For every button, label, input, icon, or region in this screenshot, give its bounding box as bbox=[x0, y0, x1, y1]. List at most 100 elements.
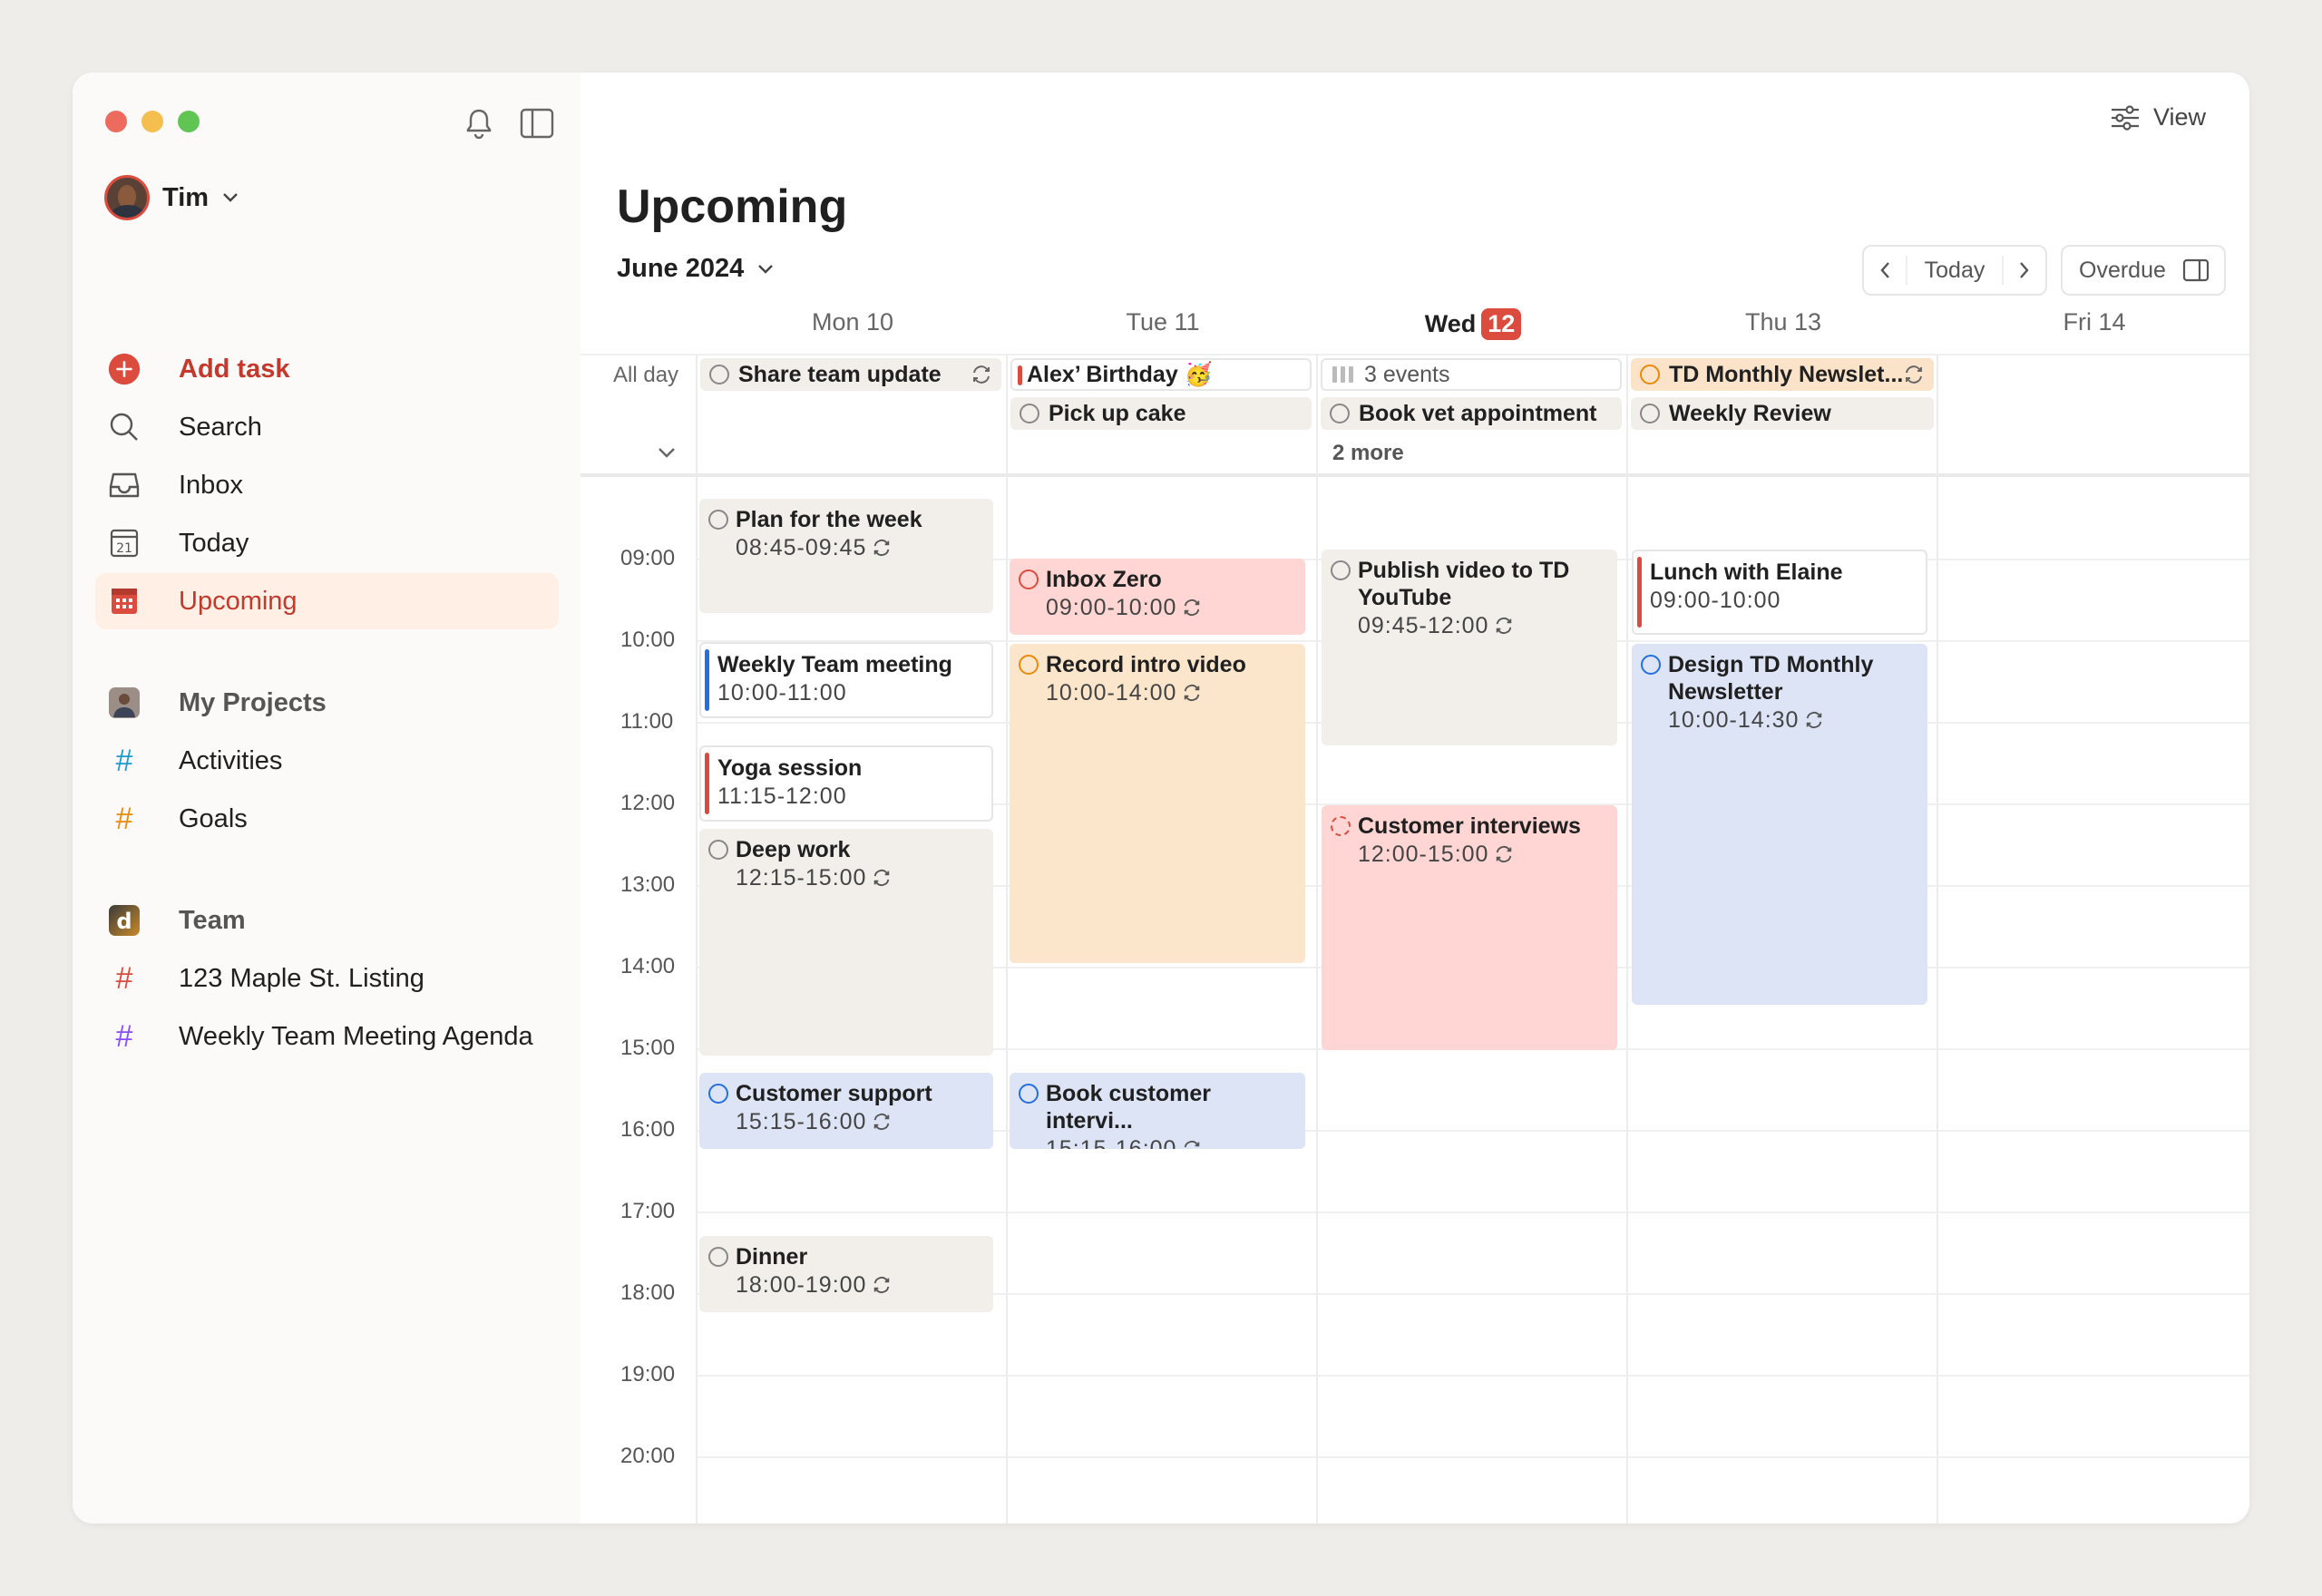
task-checkbox[interactable] bbox=[1331, 816, 1351, 836]
user-menu[interactable]: Tim bbox=[104, 175, 239, 220]
view-button[interactable]: View bbox=[2110, 103, 2206, 131]
task-checkbox[interactable] bbox=[709, 365, 729, 384]
sidebar-section-my-projects[interactable]: My Projects bbox=[95, 675, 559, 731]
event-color-bar bbox=[1637, 557, 1642, 628]
next-week-button[interactable] bbox=[2004, 247, 2045, 294]
collapse-chevron-icon[interactable] bbox=[657, 446, 677, 459]
task-checkbox[interactable] bbox=[1331, 560, 1351, 580]
hash-icon: # bbox=[115, 1018, 133, 1054]
date-navigation: Today bbox=[1862, 245, 2047, 296]
event-title: Design TD Monthly Newsletter bbox=[1668, 652, 1874, 705]
repeat-icon bbox=[874, 870, 890, 886]
event-book-customer-interviews[interactable]: Book customer intervi... 15:15-16:00 bbox=[1010, 1073, 1305, 1149]
task-checkbox[interactable] bbox=[1330, 404, 1350, 423]
sidebar-item-today[interactable]: 21 Today bbox=[95, 515, 559, 571]
more-link[interactable]: 2 more bbox=[1332, 441, 1404, 466]
allday-task-pick-up-cake[interactable]: Pick up cake bbox=[1010, 397, 1312, 430]
calendar-upcoming-icon bbox=[108, 585, 141, 618]
event-dinner[interactable]: Dinner 18:00-19:00 bbox=[699, 1236, 993, 1312]
task-checkbox[interactable] bbox=[1020, 404, 1039, 423]
sidebar-toggle-icon[interactable] bbox=[517, 103, 557, 143]
task-checkbox[interactable] bbox=[1019, 569, 1039, 589]
allday-task-share-update[interactable]: Share team update bbox=[700, 358, 1001, 391]
sidebar-item-maple-listing[interactable]: # 123 Maple St. Listing bbox=[95, 950, 559, 1007]
event-time: 12:00-15:00 bbox=[1358, 840, 1608, 869]
sidebar-section-label: My Projects bbox=[179, 687, 327, 717]
event-customer-support[interactable]: Customer support 15:15-16:00 bbox=[699, 1073, 993, 1149]
task-checkbox[interactable] bbox=[1640, 365, 1660, 384]
month-selector[interactable]: June 2024 bbox=[617, 254, 775, 284]
sidebar-item-activities[interactable]: # Activities bbox=[95, 733, 559, 789]
sidebar-item-upcoming[interactable]: Upcoming bbox=[95, 573, 559, 629]
sidebar-item-label: 123 Maple St. Listing bbox=[179, 963, 424, 993]
event-customer-interviews[interactable]: Customer interviews 12:00-15:00 bbox=[1322, 805, 1617, 1050]
allday-divider bbox=[580, 473, 2249, 477]
page-title: Upcoming bbox=[617, 180, 848, 233]
event-time-text: 12:00-15:00 bbox=[1358, 842, 1489, 867]
event-title: Customer support bbox=[736, 1081, 932, 1106]
close-window-button[interactable] bbox=[105, 111, 127, 132]
event-plan-week[interactable]: Plan for the week 08:45-09:45 bbox=[699, 499, 993, 613]
search-icon bbox=[108, 411, 141, 443]
repeat-icon bbox=[1185, 685, 1200, 701]
task-checkbox[interactable] bbox=[1640, 404, 1660, 423]
sidebar-section-team[interactable]: d Team bbox=[95, 892, 559, 949]
event-title: Record intro video bbox=[1046, 652, 1246, 677]
event-time-text: 10:00-11:00 bbox=[717, 680, 847, 706]
event-title: Dinner bbox=[736, 1244, 808, 1270]
event-lunch-with-elaine[interactable]: Lunch with Elaine 09:00-10:00 bbox=[1632, 550, 1927, 635]
allday-task-vet[interactable]: Book vet appointment bbox=[1321, 397, 1622, 430]
repeat-icon bbox=[874, 1277, 890, 1293]
allday-task-weekly-review[interactable]: Weekly Review bbox=[1631, 397, 1934, 430]
event-inbox-zero[interactable]: Inbox Zero 09:00-10:00 bbox=[1010, 559, 1305, 635]
event-time: 10:00-14:00 bbox=[1046, 678, 1296, 707]
overdue-button[interactable]: Overdue bbox=[2061, 245, 2226, 296]
svg-text:d: d bbox=[116, 909, 132, 934]
add-task-button[interactable]: Add task bbox=[95, 341, 559, 397]
column-divider bbox=[1316, 354, 1318, 1523]
event-color-bar bbox=[705, 649, 709, 711]
project-avatar-icon bbox=[108, 686, 141, 719]
task-checkbox[interactable] bbox=[1641, 655, 1661, 675]
event-time-text: 09:00-10:00 bbox=[1650, 588, 1781, 613]
event-yoga-session[interactable]: Yoga session 11:15-12:00 bbox=[699, 745, 993, 822]
hour-line bbox=[696, 1375, 2249, 1377]
event-record-intro-video[interactable]: Record intro video 10:00-14:00 bbox=[1010, 644, 1305, 963]
maximize-window-button[interactable] bbox=[178, 111, 200, 132]
event-publish-video[interactable]: Publish video to TD YouTube 09:45-12:00 bbox=[1322, 550, 1617, 745]
task-checkbox[interactable] bbox=[708, 1247, 728, 1267]
prev-week-button[interactable] bbox=[1864, 247, 1906, 294]
all-day-label: All day bbox=[613, 363, 679, 387]
task-checkbox[interactable] bbox=[708, 1084, 728, 1104]
today-button[interactable]: Today bbox=[1906, 256, 2004, 285]
task-checkbox[interactable] bbox=[1019, 1084, 1039, 1104]
sidebar-item-weekly-agenda[interactable]: # Weekly Team Meeting Agenda bbox=[95, 1008, 559, 1065]
event-time-text: 08:45-09:45 bbox=[736, 535, 867, 560]
event-weekly-team-meeting[interactable]: Weekly Team meeting 10:00-11:00 bbox=[699, 642, 993, 718]
event-time: 09:00-10:00 bbox=[1046, 593, 1296, 622]
chevron-left-icon bbox=[1880, 262, 1889, 278]
task-checkbox[interactable] bbox=[1019, 655, 1039, 675]
chevron-down-icon bbox=[223, 193, 238, 202]
event-deep-work[interactable]: Deep work 12:15-15:00 bbox=[699, 829, 993, 1056]
bell-icon[interactable] bbox=[461, 105, 497, 141]
task-title: Pick up cake bbox=[1049, 400, 1186, 426]
minimize-window-button[interactable] bbox=[141, 111, 163, 132]
task-checkbox[interactable] bbox=[708, 840, 728, 860]
event-design-td-newsletter[interactable]: Design TD Monthly Newsletter 10:00-14:30 bbox=[1632, 644, 1927, 1005]
allday-event-alex-birthday[interactable]: Alex’ Birthday 🥳 bbox=[1010, 358, 1312, 391]
sidebar-item-goals[interactable]: # Goals bbox=[95, 791, 559, 847]
event-time: 18:00-19:00 bbox=[736, 1270, 984, 1299]
chevron-down-icon bbox=[758, 264, 774, 274]
sidebar-section-label: Team bbox=[179, 905, 246, 935]
event-time-text: 15:15-16:00 bbox=[1046, 1136, 1177, 1149]
sidebar-item-inbox[interactable]: Inbox bbox=[95, 457, 559, 513]
time-label: 20:00 bbox=[620, 1444, 676, 1468]
column-divider bbox=[1006, 354, 1008, 1523]
allday-events-group[interactable]: 3 events bbox=[1321, 358, 1622, 391]
calendar-day-number: 21 bbox=[116, 541, 132, 556]
allday-task-td-newsletter[interactable]: TD Monthly Newslet... bbox=[1631, 358, 1934, 391]
hour-line bbox=[696, 1456, 2249, 1458]
task-checkbox[interactable] bbox=[708, 510, 728, 530]
sidebar-item-search[interactable]: Search bbox=[95, 399, 559, 455]
